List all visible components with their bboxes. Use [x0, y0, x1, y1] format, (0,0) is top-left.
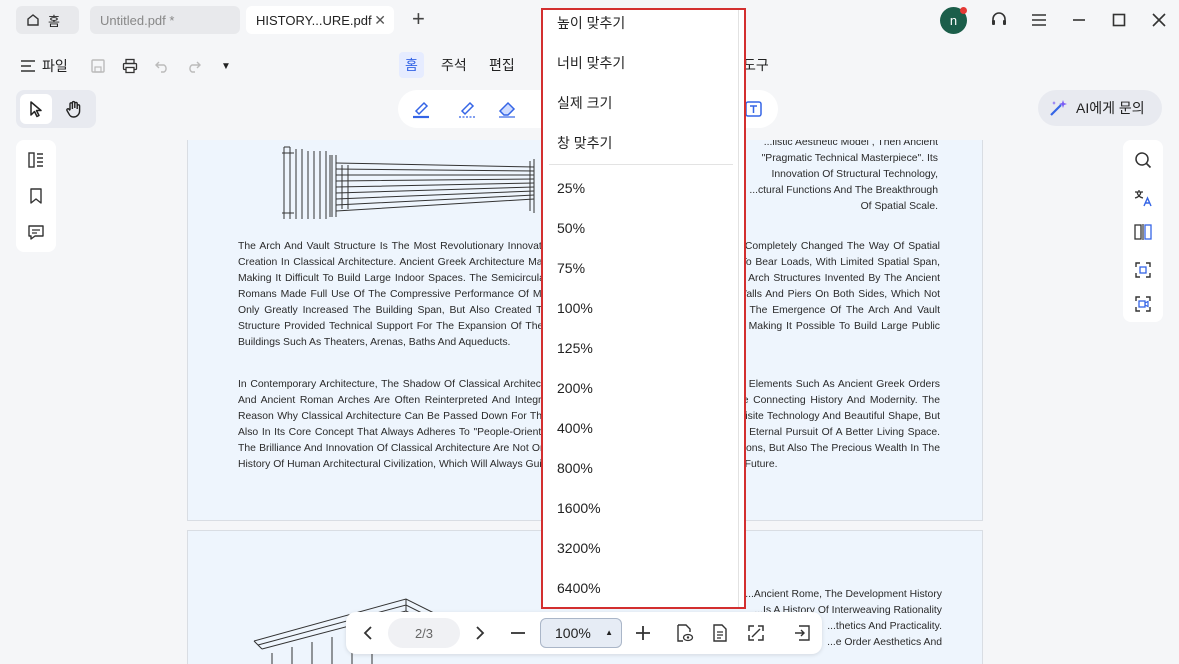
zoom-option-level[interactable]: 100% [557, 299, 593, 317]
translate-icon[interactable] [1133, 188, 1153, 208]
file-menu-label: 파일 [42, 58, 68, 74]
right-sidebar [1123, 140, 1163, 322]
tab-history-label: HISTORY...URE.pdf [256, 12, 372, 28]
ask-ai-button[interactable]: AI에게 문의 [1038, 90, 1162, 126]
highlight-icon[interactable] [410, 99, 432, 119]
ai-sparkle-icon [1050, 100, 1067, 116]
zoom-option-level[interactable]: 25% [557, 179, 585, 197]
close-tab-icon[interactable]: ✕ [374, 12, 386, 29]
column-illustration [282, 146, 535, 219]
zoom-value: 100% [555, 625, 591, 641]
tab-home[interactable]: 홈 [16, 6, 79, 34]
redo-icon[interactable] [184, 56, 204, 76]
zoom-in-icon[interactable] [633, 623, 653, 643]
page-number-input[interactable]: 2/3 [388, 618, 460, 648]
eraser-icon[interactable] [496, 99, 518, 119]
fullscreen-icon[interactable] [746, 623, 766, 643]
menu-tab-edit[interactable]: 편집 [483, 52, 521, 78]
zoom-option-level[interactable]: 125% [557, 339, 593, 357]
comment-icon[interactable] [26, 222, 46, 242]
page-layout-icon[interactable] [710, 623, 730, 643]
home-icon [26, 13, 40, 27]
menu-tab-home[interactable]: 홈 [399, 52, 424, 78]
zoom-option-level[interactable]: 400% [557, 419, 593, 437]
left-sidebar [16, 140, 56, 252]
zoom-option-level[interactable]: 75% [557, 259, 585, 277]
bookmark-icon[interactable] [26, 186, 46, 206]
screen-capture-icon[interactable] [1133, 294, 1153, 314]
search-icon[interactable] [1133, 150, 1153, 170]
ocr-scan-icon[interactable] [1133, 260, 1153, 280]
avatar-letter: n [949, 13, 958, 28]
compare-icon[interactable] [1133, 222, 1153, 242]
select-tool-button[interactable] [20, 94, 52, 124]
zoom-out-icon[interactable] [508, 623, 528, 643]
minimize-icon[interactable] [1069, 10, 1089, 30]
thumbnails-icon[interactable] [26, 150, 46, 170]
caret-up-icon: ▲ [605, 628, 613, 637]
menu-icon[interactable] [1029, 10, 1049, 30]
menu-divider [549, 164, 733, 165]
zoom-dropdown-list: 높이 맞추기 너비 맞추기 실제 크기 창 맞추기 25% 50% 75% 10… [543, 10, 739, 607]
hamburger-icon [21, 60, 35, 72]
zoom-option-level[interactable]: 200% [557, 379, 593, 397]
hand-icon [66, 100, 81, 118]
close-window-icon[interactable] [1149, 10, 1169, 30]
tab-history[interactable]: HISTORY...URE.pdf ✕ [246, 6, 394, 34]
quick-access-dropdown-icon[interactable]: ▼ [216, 56, 236, 76]
hand-tool-button[interactable] [58, 94, 90, 124]
zoom-option-level[interactable]: 3200% [557, 539, 601, 557]
mode-toggle-group [16, 90, 96, 128]
read-mode-icon[interactable] [674, 623, 694, 643]
underline-icon[interactable] [456, 99, 478, 119]
zoom-option-fit-window[interactable]: 창 맞추기 [557, 134, 612, 152]
previous-page-icon[interactable] [358, 623, 378, 643]
zoom-option-level[interactable]: 1600% [557, 499, 601, 517]
tab-home-label: 홈 [48, 13, 60, 29]
zoom-option-level[interactable]: 800% [557, 459, 593, 477]
zoom-option-fit-height[interactable]: 높이 맞추기 [557, 14, 625, 32]
cursor-icon [30, 101, 42, 118]
tab-untitled[interactable]: Untitled.pdf * [90, 6, 240, 34]
new-tab-icon[interactable]: + [412, 8, 425, 30]
zoom-dropdown-menu: 높이 맞추기 너비 맞추기 실제 크기 창 맞추기 25% 50% 75% 10… [541, 8, 746, 609]
next-page-icon[interactable] [470, 623, 490, 643]
page-navigation-bar: 2/3 100% ▲ [346, 612, 822, 654]
file-menu-button[interactable]: 파일 [20, 56, 68, 76]
collapse-panel-icon[interactable] [792, 623, 812, 643]
zoom-select[interactable]: 100% ▲ [540, 618, 622, 648]
undo-icon[interactable] [152, 56, 172, 76]
save-icon[interactable] [88, 56, 108, 76]
maximize-icon[interactable] [1109, 10, 1129, 30]
zoom-option-level[interactable]: 50% [557, 219, 585, 237]
zoom-option-fit-width[interactable]: 너비 맞추기 [557, 54, 625, 72]
notification-dot [960, 7, 967, 14]
tab-untitled-label: Untitled.pdf * [100, 12, 175, 28]
zoom-option-actual-size[interactable]: 실제 크기 [557, 94, 612, 112]
ask-ai-label: AI에게 문의 [1076, 100, 1145, 116]
headset-icon[interactable] [989, 10, 1009, 30]
menu-tab-comment[interactable]: 주석 [435, 52, 473, 78]
print-icon[interactable] [120, 56, 140, 76]
zoom-option-level[interactable]: 6400% [557, 579, 601, 597]
